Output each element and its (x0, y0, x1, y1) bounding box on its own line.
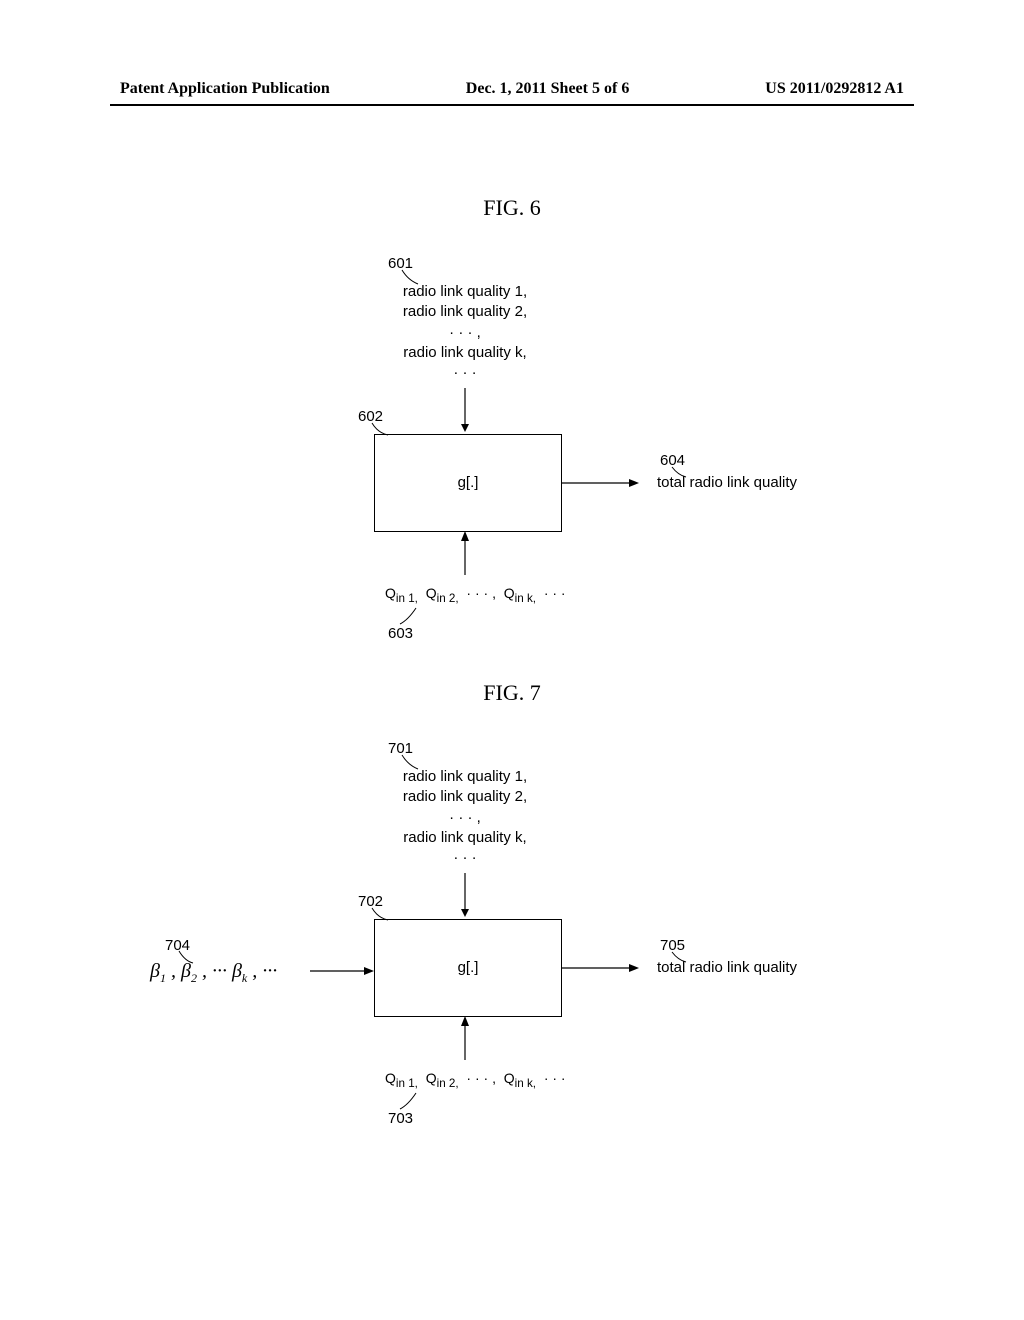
fig7-rlq2: radio link quality 2, (360, 787, 570, 807)
fig6-gbox: g[.] (374, 434, 562, 532)
header-rule (110, 104, 914, 106)
fig6-g-label: g[.] (458, 473, 479, 493)
fig7-arrow-bottom (460, 1016, 470, 1066)
fig7-output-label: total radio link quality (642, 958, 812, 978)
header-right: US 2011/0292812 A1 (765, 80, 904, 98)
fig7-input-list: radio link quality 1, radio link quality… (360, 767, 570, 868)
fig6-arrow-right (561, 478, 641, 488)
fig7-rlq-ell1: · · · , (360, 808, 570, 828)
header-left: Patent Application Publication (120, 80, 330, 98)
fig7-arrow-right (561, 963, 641, 973)
fig6-arrow-bottom (460, 531, 470, 581)
fig6-rlq-ell1: · · · , (360, 323, 570, 343)
header-center: Dec. 1, 2011 Sheet 5 of 6 (466, 80, 630, 98)
fig7-rlqk: radio link quality k, (360, 828, 570, 848)
fig7-rlq1: radio link quality 1, (360, 767, 570, 787)
fig6-rlq1: radio link quality 1, (360, 282, 570, 302)
fig6-output-label: total radio link quality (642, 473, 812, 493)
fig6-arrow-top (460, 388, 470, 433)
fig6-title: FIG. 6 (0, 195, 1024, 221)
fig7-arrow-left (310, 966, 376, 976)
fig7-gbox: g[.] (374, 919, 562, 1017)
fig7-title: FIG. 7 (0, 680, 1024, 706)
fig7-g-label: g[.] (458, 958, 479, 978)
page-header: Patent Application Publication Dec. 1, 2… (120, 80, 904, 98)
fig6-ref-603: 603 (388, 625, 413, 642)
fig7-beta-list: β1 , β2 , ··· βk , ··· (150, 960, 330, 986)
fig6-rlq2: radio link quality 2, (360, 302, 570, 322)
fig7-qin: Qin 1, Qin 2, · · · , Qin k, · · · (385, 1070, 645, 1090)
fig6-input-list: radio link quality 1, radio link quality… (360, 282, 570, 383)
fig6-rlq-ell2: · · · (360, 363, 570, 383)
fig7-arrow-top (460, 873, 470, 918)
fig6-qin: Qin 1, Qin 2, · · · , Qin k, · · · (385, 585, 645, 605)
fig7-ref-703: 703 (388, 1110, 413, 1127)
fig7-rlq-ell2: · · · (360, 848, 570, 868)
page: Patent Application Publication Dec. 1, 2… (0, 0, 1024, 1320)
fig6-rlqk: radio link quality k, (360, 343, 570, 363)
